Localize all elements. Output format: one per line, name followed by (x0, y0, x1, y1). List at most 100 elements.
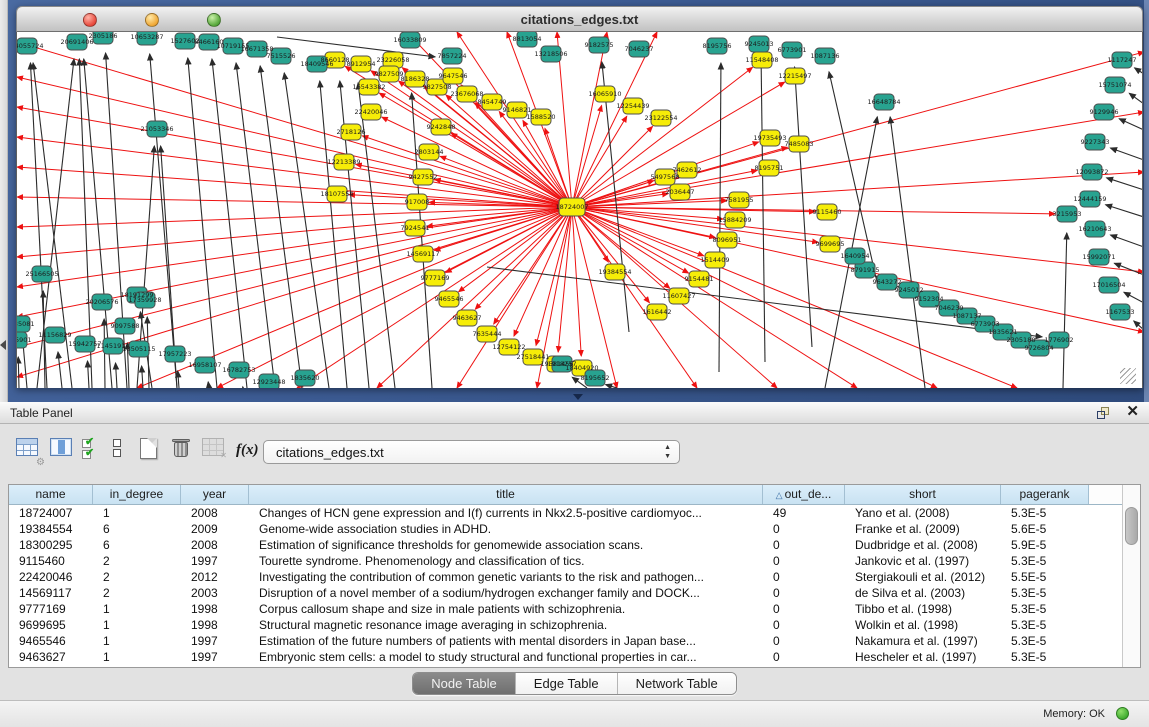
table-cell[interactable]: Wolkin et al. (1998) (845, 617, 1001, 633)
table-row[interactable]: 911546021997Tourette syndrome. Phenomeno… (9, 553, 1122, 569)
table-cell[interactable]: 9465546 (9, 633, 93, 649)
table-cell[interactable]: 5.3E-5 (1001, 601, 1089, 617)
table-row[interactable]: 969969511998Structural magnetic resonanc… (9, 617, 1122, 633)
table-cell[interactable]: 0 (763, 585, 845, 601)
column-header-year[interactable]: year (181, 485, 249, 504)
table-cell[interactable]: 2009 (181, 521, 249, 537)
table-cell[interactable]: Investigating the contribution of common… (249, 569, 763, 585)
table-cell[interactable]: 5.3E-5 (1001, 649, 1089, 665)
column-header-in_degree[interactable]: in_degree (93, 485, 181, 504)
table-scrollbar[interactable] (1122, 485, 1140, 667)
table-row[interactable]: 977716911998Corpus callosum shape and si… (9, 601, 1122, 617)
table-cell[interactable]: Corpus callosum shape and size in male p… (249, 601, 763, 617)
column-header-short[interactable]: short (845, 485, 1001, 504)
table-cell[interactable]: 1 (93, 649, 181, 665)
table-cell[interactable]: 49 (763, 505, 845, 521)
float-panel-icon[interactable] (1097, 406, 1111, 420)
table-cell[interactable]: 9699695 (9, 617, 93, 633)
table-cell[interactable]: 1997 (181, 553, 249, 569)
table-cell[interactable]: 1 (93, 633, 181, 649)
function-builder-icon[interactable]: f(x) (236, 441, 262, 467)
table-cell[interactable]: 6 (93, 521, 181, 537)
table-row[interactable]: 1830029562008Estimation of significance … (9, 537, 1122, 553)
table-cell[interactable]: 1998 (181, 617, 249, 633)
table-cell[interactable]: Embryonic stem cells: a model to study s… (249, 649, 763, 665)
table-cell[interactable]: Estimation of significance thresholds fo… (249, 537, 763, 553)
new-table-icon[interactable] (140, 438, 166, 464)
collapse-left-icon[interactable] (0, 340, 6, 350)
column-header-out_de[interactable]: △out_de... (763, 485, 845, 504)
table-cell[interactable]: 0 (763, 569, 845, 585)
table-cell[interactable]: 22420046 (9, 569, 93, 585)
row-options-icon[interactable] (112, 438, 138, 464)
table-cell[interactable]: 0 (763, 633, 845, 649)
table-cell[interactable]: 5.3E-5 (1001, 553, 1089, 569)
collapse-down-icon[interactable] (573, 394, 583, 400)
table-cell[interactable]: 1 (93, 617, 181, 633)
table-cell[interactable]: 2008 (181, 505, 249, 521)
table-cell[interactable]: 5.3E-5 (1001, 633, 1089, 649)
table-row[interactable]: 1938455462009Genome-wide association stu… (9, 521, 1122, 537)
table-cell[interactable]: 1997 (181, 649, 249, 665)
table-cell[interactable]: 0 (763, 521, 845, 537)
network-window-titlebar[interactable]: citations_edges.txt (16, 6, 1143, 32)
table-cell[interactable]: Stergiakouli et al. (2012) (845, 569, 1001, 585)
table-cell[interactable]: Estimation of the future numbers of pati… (249, 633, 763, 649)
table-cell[interactable]: 5.3E-5 (1001, 505, 1089, 521)
table-cell[interactable]: 1 (93, 601, 181, 617)
table-cell[interactable]: 5.9E-5 (1001, 537, 1089, 553)
table-cell[interactable]: 1997 (181, 633, 249, 649)
table-cell[interactable]: 9463627 (9, 649, 93, 665)
close-panel-icon[interactable]: ✕ (1126, 404, 1139, 420)
table-cell[interactable]: 5.6E-5 (1001, 521, 1089, 537)
table-cell[interactable]: Genome-wide association studies in ADHD. (249, 521, 763, 537)
table-cell[interactable]: Hescheler et al. (1997) (845, 649, 1001, 665)
table-cell[interactable]: 0 (763, 553, 845, 569)
delete-rows-icon[interactable] (172, 438, 198, 464)
tab-network-table[interactable]: Network Table (618, 673, 736, 694)
table-cell[interactable]: Jankovic et al. (1997) (845, 553, 1001, 569)
table-cell[interactable]: 9777169 (9, 601, 93, 617)
table-source-select[interactable]: citations_edges.txt ▲▼ (263, 440, 680, 464)
table-cell[interactable]: Dudbridge et al. (2008) (845, 537, 1001, 553)
table-cell[interactable]: 14569117 (9, 585, 93, 601)
tab-node-table[interactable]: Node Table (413, 673, 516, 694)
network-canvas[interactable]: 1872400786601288912954232260589827509165… (16, 32, 1143, 388)
network-graph[interactable]: 1872400786601288912954232260589827509165… (17, 32, 1143, 388)
table-cell[interactable]: 2008 (181, 537, 249, 553)
table-cell[interactable]: 2012 (181, 569, 249, 585)
table-cell[interactable]: 2003 (181, 585, 249, 601)
window-resize-grip[interactable] (1120, 368, 1136, 384)
table-settings-icon[interactable]: ⚙ (16, 438, 42, 464)
tab-edge-table[interactable]: Edge Table (516, 673, 618, 694)
memory-status-indicator[interactable] (1116, 707, 1129, 720)
table-cell[interactable]: 0 (763, 601, 845, 617)
table-cell[interactable]: Franke et al. (2009) (845, 521, 1001, 537)
table-cell[interactable]: Disruption of a novel member of a sodium… (249, 585, 763, 601)
column-visibility-icon[interactable]: ✔ ✔ (82, 438, 108, 464)
table-cell[interactable]: Changes of HCN gene expression and I(f) … (249, 505, 763, 521)
table-row[interactable]: 946554611997Estimation of the future num… (9, 633, 1122, 649)
table-cell[interactable]: 18724007 (9, 505, 93, 521)
table-row[interactable]: 946362711997Embryonic stem cells: a mode… (9, 649, 1122, 665)
table-cell[interactable]: de Silva et al. (2003) (845, 585, 1001, 601)
table-cell[interactable]: 2 (93, 569, 181, 585)
table-cell[interactable]: Tourette syndrome. Phenomenology and cla… (249, 553, 763, 569)
table-cell[interactable]: Structural magnetic resonance image aver… (249, 617, 763, 633)
table-cell[interactable]: 2 (93, 585, 181, 601)
table-cell[interactable]: Tibbo et al. (1998) (845, 601, 1001, 617)
table-row[interactable]: 1456911722003Disruption of a novel membe… (9, 585, 1122, 601)
scrollbar-thumb[interactable] (1125, 507, 1138, 545)
table-cell[interactable]: 18300295 (9, 537, 93, 553)
column-header-title[interactable]: title (249, 485, 763, 504)
column-header-pagerank[interactable]: pagerank (1001, 485, 1089, 504)
table-row[interactable]: 2242004622012Investigating the contribut… (9, 569, 1122, 585)
table-cell[interactable]: 2 (93, 553, 181, 569)
table-cell[interactable]: 6 (93, 537, 181, 553)
column-header-name[interactable]: name (9, 485, 93, 504)
table-cell[interactable]: 19384554 (9, 521, 93, 537)
table-cell[interactable]: 0 (763, 617, 845, 633)
show-columns-icon[interactable] (50, 438, 76, 464)
table-cell[interactable]: 5.5E-5 (1001, 569, 1089, 585)
table-cell[interactable]: 5.3E-5 (1001, 617, 1089, 633)
